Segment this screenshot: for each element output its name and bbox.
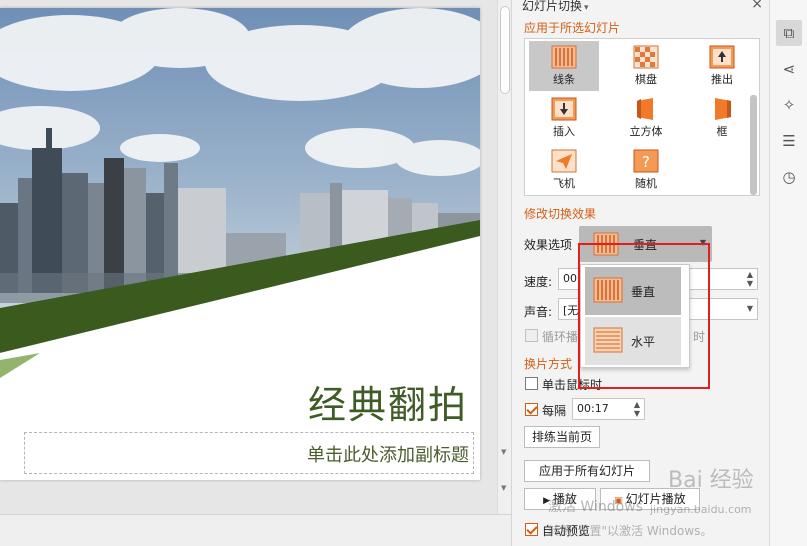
transition-cover[interactable]: 插入 <box>529 93 599 143</box>
svg-text:?: ? <box>642 153 650 171</box>
slideshow-button-label: 幻灯片播放 <box>625 492 686 506</box>
slideshow-icon: ▣ <box>614 496 626 506</box>
transition-label: 框 <box>716 125 728 138</box>
transition-airplane[interactable]: 飞机 <box>529 145 599 195</box>
slide[interactable]: 经典翻拍 单击此处添加副标题 <box>0 8 480 480</box>
transition-label: 棋盘 <box>635 73 657 86</box>
slide-canvas-area[interactable]: 经典翻拍 单击此处添加副标题 <box>0 0 497 514</box>
effect-option-label: 水平 <box>631 335 656 349</box>
spinner-down-icon[interactable]: ▼ <box>747 279 753 288</box>
effect-options-label: 效果选项 <box>524 238 573 252</box>
chevron-down-icon: ▼ <box>699 238 706 247</box>
transition-random[interactable]: ? 随机 <box>611 145 681 195</box>
play-button[interactable]: ▶ 播放 <box>524 488 596 510</box>
horizontal-stripes-icon <box>593 327 623 353</box>
panel-header-caret-icon: ▾ <box>584 3 589 13</box>
loop-sound-label: 循环播 <box>542 330 579 344</box>
advance-after-checkbox[interactable] <box>525 403 538 416</box>
advance-section-title: 换片方式 <box>524 357 573 371</box>
cube-transition-icon <box>637 98 653 120</box>
vertical-stripes-icon <box>593 232 619 256</box>
horizontal-scrollbar[interactable] <box>0 514 511 546</box>
apply-section-title: 应用于所选幻灯片 <box>524 21 621 35</box>
transition-cube[interactable]: 立方体 <box>611 93 681 143</box>
scroll-down-arrow-icon[interactable]: ▼ <box>501 448 506 456</box>
transition-label: 随机 <box>635 177 657 190</box>
settings-sliders-icon[interactable]: ☰ <box>776 128 802 154</box>
modify-section-title: 修改切换效果 <box>524 207 597 221</box>
box-transition-icon <box>715 98 731 120</box>
transition-label: 插入 <box>553 125 575 138</box>
lines-transition-icon <box>551 45 577 69</box>
gallery-scrollbar-thumb[interactable] <box>750 95 757 195</box>
auto-preview-label: 自动预览 <box>542 524 591 538</box>
effect-options-value: 垂直 <box>633 238 658 252</box>
spinner-up-icon[interactable]: ▲ <box>747 270 753 279</box>
rehearse-current-button[interactable]: 排练当前页 <box>524 426 600 448</box>
on-click-label: 单击鼠标时 <box>542 378 603 392</box>
transition-checkerboard[interactable]: 棋盘 <box>611 41 681 91</box>
speed-value: 00 <box>563 272 577 285</box>
speed-label: 速度: <box>524 275 553 289</box>
panel-header[interactable]: 幻灯片切换 ▾ <box>522 0 589 14</box>
vertical-scrollbar[interactable]: ▼ ▼ <box>497 0 511 514</box>
slideshow-button[interactable]: ▣ 幻灯片播放 <box>600 488 700 510</box>
panel-title: 幻灯片切换 <box>522 0 583 13</box>
slide-transition-icon[interactable]: ⧉ <box>776 20 802 46</box>
effect-options-select[interactable]: 垂直 ▼ <box>579 226 712 262</box>
transition-box[interactable]: 框 <box>687 93 757 143</box>
cover-transition-icon <box>551 97 577 121</box>
subtitle-placeholder[interactable]: 单击此处添加副标题 <box>24 432 474 474</box>
sound-value: [无 <box>563 304 579 317</box>
transition-label: 线条 <box>553 73 575 86</box>
advance-after-value: 00:17 <box>577 402 609 415</box>
scroll-down-end-icon[interactable]: ▼ <box>501 484 506 492</box>
advance-after-label: 每隔 <box>542 404 567 418</box>
transition-push[interactable]: 推出 <box>687 41 757 91</box>
transition-label: 立方体 <box>629 125 663 138</box>
right-side-toolbar: ⧉ ⋖ ✧ ☰ ◷ <box>769 0 807 546</box>
vertical-stripes-icon <box>593 277 623 303</box>
effect-option-vertical[interactable]: 垂直 <box>585 267 681 315</box>
spinner-up-icon[interactable]: ▲ <box>634 400 640 409</box>
spinner-down-icon[interactable]: ▼ <box>634 409 640 418</box>
effect-option-horizontal[interactable]: 水平 <box>585 317 681 365</box>
subtitle-placeholder-text: 单击此处添加副标题 <box>307 445 469 466</box>
advance-after-time[interactable]: 00:17 ▲ ▼ <box>572 398 645 420</box>
slide-title[interactable]: 经典翻拍 <box>308 374 468 429</box>
scrollbar-thumb[interactable] <box>500 6 510 94</box>
auto-preview-checkbox[interactable] <box>525 523 538 536</box>
transition-gallery: 线条 棋盘 推出 插入 立方体 框 飞机 ? 随机 <box>524 38 760 196</box>
play-icon: ▶ <box>543 496 553 506</box>
effect-option-label: 垂直 <box>631 285 656 299</box>
random-transition-icon: ? <box>633 149 659 173</box>
chevron-down-icon: ▼ <box>746 304 753 313</box>
loop-sound-checkbox[interactable] <box>525 329 538 342</box>
loop-sound-label-suffix: 时 <box>693 330 706 344</box>
transition-lines[interactable]: 线条 <box>529 41 599 91</box>
transition-label: 飞机 <box>553 177 575 190</box>
on-click-checkbox[interactable] <box>525 377 538 390</box>
history-icon[interactable]: ◷ <box>776 164 802 190</box>
apply-to-all-button[interactable]: 应用于所有幻灯片 <box>524 460 650 482</box>
airplane-transition-icon <box>551 149 577 173</box>
effect-options-dropdown: 垂直 水平 <box>580 264 690 368</box>
push-transition-icon <box>709 45 735 69</box>
transition-label: 推出 <box>711 73 733 86</box>
checkerboard-transition-icon <box>633 45 659 69</box>
share-icon[interactable]: ⋖ <box>776 56 802 82</box>
close-icon[interactable]: × <box>751 0 763 12</box>
sound-label: 声音: <box>524 305 553 319</box>
animation-icon[interactable]: ✧ <box>776 92 802 118</box>
play-button-label: 播放 <box>552 492 577 506</box>
